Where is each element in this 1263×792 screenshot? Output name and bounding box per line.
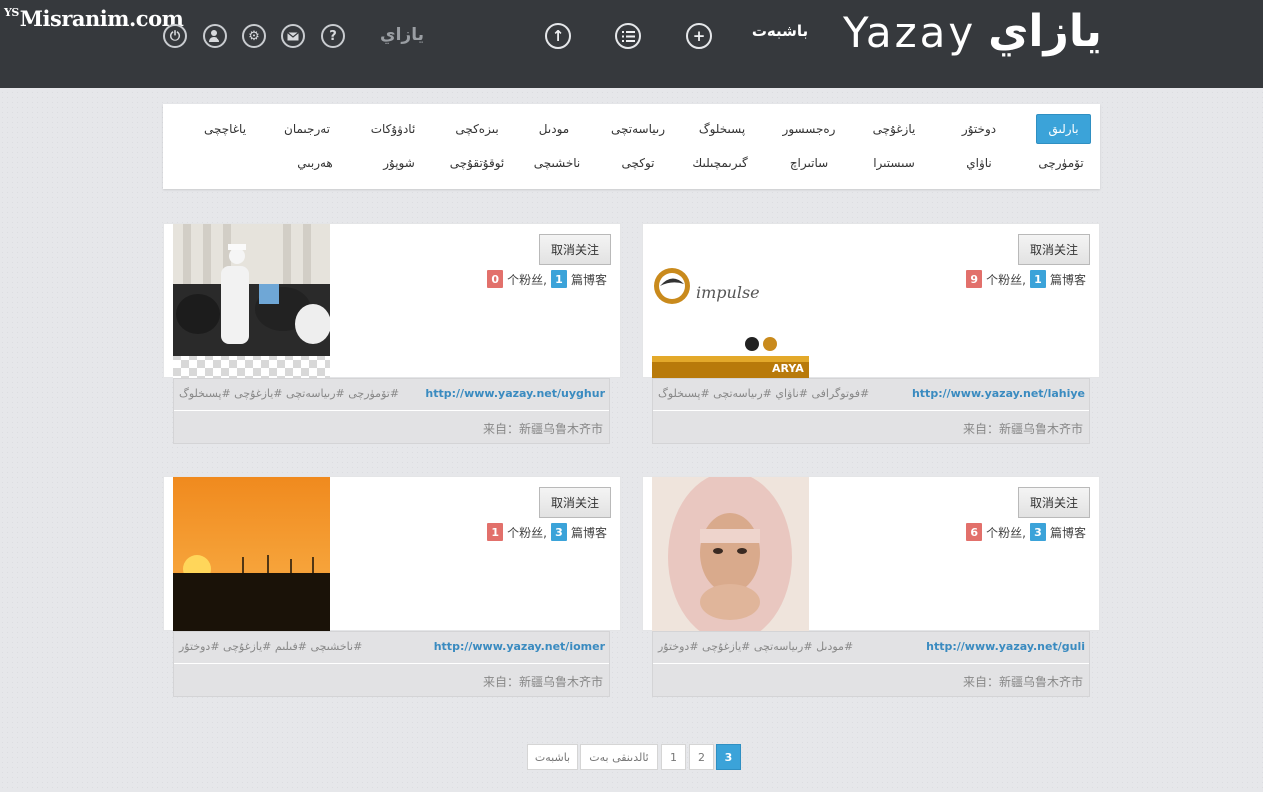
plus-icon[interactable]: + xyxy=(686,23,712,49)
fans-label: 个粉丝, xyxy=(507,525,547,540)
unfollow-button[interactable]: 取消关注 xyxy=(539,487,611,518)
category-item[interactable]: رىياسەتچى xyxy=(606,114,670,144)
user-name[interactable]: يازاي xyxy=(372,25,432,45)
category-item[interactable]: رەجسسور xyxy=(780,114,838,144)
category-item[interactable]: ساتىراچ xyxy=(780,148,838,178)
blogs-count: 1 xyxy=(1029,270,1046,288)
category-item[interactable]: دوختۇر xyxy=(951,114,1007,144)
logo-uyghur[interactable]: يازاي xyxy=(985,6,1105,57)
mail-icon[interactable] xyxy=(281,24,305,48)
location-text: 来自：新疆乌鲁木齐市 xyxy=(482,675,603,689)
unfollow-button[interactable]: 取消关注 xyxy=(1018,487,1090,518)
list-icon[interactable] xyxy=(615,23,641,49)
user-photo[interactable] xyxy=(173,477,330,632)
power-icon[interactable]: ⏻ xyxy=(163,24,187,48)
user-photo[interactable]: impulse ARYA xyxy=(652,224,809,379)
category-item[interactable]: ناخشىچى xyxy=(525,148,589,178)
fans-count: 1 xyxy=(487,523,504,541)
home-link[interactable]: باشبەت xyxy=(740,22,820,40)
user-card: 取消关注 1 个粉丝, 3 篇博客 xyxy=(163,476,621,632)
pagination-prev[interactable]: ئالدىنقى بەت xyxy=(580,744,658,770)
add-user-icon[interactable] xyxy=(203,24,227,48)
divider xyxy=(653,410,1089,411)
divider xyxy=(174,410,609,411)
blogs-label: 篇博客 xyxy=(570,525,607,540)
blogs-label: 篇博客 xyxy=(1049,525,1086,540)
category-item[interactable]: گىرىمچىلىك xyxy=(686,148,754,178)
category-item[interactable]: مودىل xyxy=(525,114,583,144)
user-stats: 9 个粉丝, 1 篇博客 xyxy=(966,270,1090,288)
category-item[interactable]: ھەربىي xyxy=(287,148,343,178)
blogs-count: 3 xyxy=(550,523,567,541)
category-panel: بارلىق دوختۇر يازغۇچى رەجسسور پسىخلوگ رى… xyxy=(163,104,1100,189)
help-icon[interactable]: ? xyxy=(321,24,345,48)
card-footer: http://www.yazay.net/guli #مودىل #رىياسە… xyxy=(652,631,1090,697)
user-card: 取消关注 0 个粉丝, 1 篇博客 xyxy=(163,223,621,379)
fans-count: 6 xyxy=(966,523,983,541)
category-item[interactable]: پسىخلوگ xyxy=(690,114,754,144)
profile-link[interactable]: http://www.yazay.net/iomer xyxy=(434,640,605,653)
upload-icon[interactable]: ↑ xyxy=(545,23,571,49)
category-item[interactable]: ياغاچچى xyxy=(193,114,257,144)
fans-label: 个粉丝, xyxy=(986,272,1026,287)
fans-count: 0 xyxy=(487,270,504,288)
category-item[interactable]: تەرجىمان xyxy=(275,114,339,144)
impulse-logo-text: impulse xyxy=(696,283,760,302)
fans-label: 个粉丝, xyxy=(986,525,1026,540)
pagination-page[interactable]: 2 xyxy=(689,744,714,770)
blogs-label: 篇博客 xyxy=(570,272,607,287)
category-item[interactable]: يازغۇچى xyxy=(865,114,923,144)
top-bar: YSMisranim.com ⏻ ⚙ ? يازاي ↑ + باشبەت Ya… xyxy=(0,0,1263,88)
divider xyxy=(653,663,1089,664)
card-footer: http://www.yazay.net/lahiye #فوتوگرافى #… xyxy=(652,378,1090,444)
category-item[interactable]: ئوقۇتقۇچى xyxy=(443,148,511,178)
location-text: 来自：新疆乌鲁木齐市 xyxy=(962,422,1083,436)
tag-list[interactable]: #ناخشىچى #فىلىم #يازغۇچى #دوختۇر xyxy=(179,640,362,653)
tag-list[interactable]: #تۆمۈرچى #رىياسەتچى #يازغۇچى #پسىخلوگ xyxy=(179,387,399,400)
logo-latin[interactable]: Yazay xyxy=(843,8,976,57)
pagination-first[interactable]: باشبەت xyxy=(527,744,578,770)
unfollow-button[interactable]: 取消关注 xyxy=(1018,234,1090,265)
fans-label: 个粉丝, xyxy=(507,272,547,287)
pagination-current-page[interactable]: 3 xyxy=(716,744,741,770)
profile-link[interactable]: http://www.yazay.net/guli xyxy=(926,640,1085,653)
category-item[interactable]: سىستىرا xyxy=(865,148,923,178)
user-card: impulse ARYA 取消关注 9 个粉丝, 1 篇博客 xyxy=(642,223,1100,379)
user-stats: 1 个粉丝, 3 篇博客 xyxy=(487,523,611,541)
tag-list[interactable]: #مودىل #رىياسەتچى #يازغۇچى #دوختۇر xyxy=(658,640,853,653)
location-text: 来自：新疆乌鲁木齐市 xyxy=(482,422,603,436)
category-item[interactable]: ناۋاي xyxy=(951,148,1007,178)
user-photo[interactable] xyxy=(652,477,809,632)
card-footer: http://www.yazay.net/uyghur #تۆمۈرچى #رى… xyxy=(173,378,610,444)
user-card: 取消关注 6 个粉丝, 3 篇博客 xyxy=(642,476,1100,632)
location-text: 来自：新疆乌鲁木齐市 xyxy=(962,675,1083,689)
card-footer: http://www.yazay.net/iomer #ناخشىچى #فىل… xyxy=(173,631,610,697)
profile-link[interactable]: http://www.yazay.net/uyghur xyxy=(425,387,605,400)
watermark: YSMisranim.com xyxy=(4,6,184,31)
user-stats: 0 个粉丝, 1 篇博客 xyxy=(487,270,611,288)
blogs-count: 3 xyxy=(1029,523,1046,541)
category-item[interactable]: شوپۇر xyxy=(371,148,427,178)
tag-list[interactable]: #فوتوگرافى #ناۋاي #رىياسەتچى #پسىخلوگ xyxy=(658,387,869,400)
blogs-count: 1 xyxy=(550,270,567,288)
fans-count: 9 xyxy=(966,270,983,288)
category-item[interactable]: توكچى xyxy=(612,148,664,178)
user-stats: 6 个粉丝, 3 篇博客 xyxy=(966,523,1090,541)
category-item[interactable]: بىزەكچى xyxy=(447,114,507,144)
category-all[interactable]: بارلىق xyxy=(1036,114,1091,144)
pagination-page[interactable]: 1 xyxy=(661,744,686,770)
blogs-label: 篇博客 xyxy=(1049,272,1086,287)
profile-link[interactable]: http://www.yazay.net/lahiye xyxy=(912,387,1085,400)
settings-icon[interactable]: ⚙ xyxy=(242,24,266,48)
divider xyxy=(174,663,609,664)
category-item[interactable]: ئادۋۇكات xyxy=(361,114,425,144)
category-item[interactable]: تۆمۈرچى xyxy=(1029,148,1093,178)
banner-text: ARYA xyxy=(772,362,804,375)
user-photo[interactable] xyxy=(173,224,330,379)
unfollow-button[interactable]: 取消关注 xyxy=(539,234,611,265)
